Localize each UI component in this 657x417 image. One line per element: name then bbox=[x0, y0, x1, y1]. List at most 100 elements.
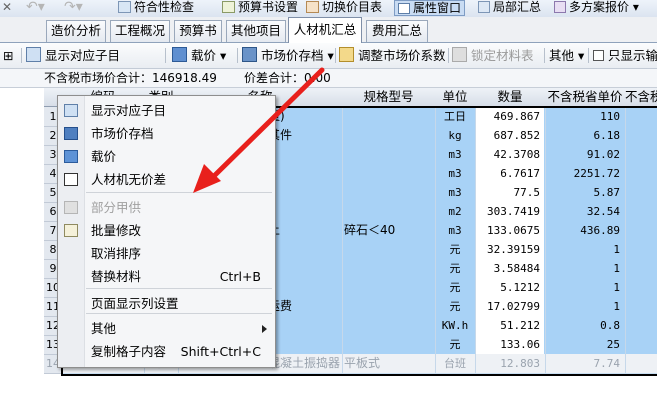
menu-item-3[interactable]: 人材机无价差 bbox=[58, 169, 275, 191]
cell-spec[interactable]: 碎石＜40 bbox=[344, 221, 434, 240]
tab-project-overview[interactable]: 工程概况 bbox=[110, 20, 170, 42]
cell-spec[interactable] bbox=[344, 297, 434, 316]
cell-price[interactable]: 32.54 bbox=[546, 202, 620, 221]
cell-name[interactable] bbox=[268, 259, 344, 278]
cell-price[interactable]: 1 bbox=[546, 278, 620, 297]
cell-unit[interactable]: 工日 bbox=[436, 107, 474, 126]
cell-unit[interactable]: 元 bbox=[436, 297, 474, 316]
menu-item-5[interactable]: 批量修改 bbox=[58, 220, 275, 242]
show-sub-items-button[interactable]: 显示对应子目 bbox=[26, 47, 120, 64]
cell-spec[interactable] bbox=[344, 335, 434, 354]
menu-item-4[interactable]: 部分甲供 bbox=[58, 197, 275, 219]
properties-window-button[interactable]: 属性窗口 bbox=[394, 0, 466, 16]
cell-unit[interactable]: 元 bbox=[436, 278, 474, 297]
show-only-checkbox[interactable]: 只显示输 bbox=[593, 47, 657, 64]
cell-spec[interactable] bbox=[344, 278, 434, 297]
market-price-archive-button[interactable]: 市场价存档 ▾ bbox=[242, 47, 334, 64]
cell-qty[interactable]: 3.58484 bbox=[476, 259, 540, 278]
cell-unit[interactable]: m3 bbox=[436, 221, 474, 240]
tab-budget-book[interactable]: 预算书 bbox=[174, 20, 222, 42]
cell-spec[interactable] bbox=[344, 259, 434, 278]
cell-name[interactable]: 运费 bbox=[268, 297, 344, 316]
cell-name[interactable] bbox=[268, 145, 344, 164]
cell-qty[interactable]: 51.212 bbox=[476, 316, 540, 335]
cell-qty[interactable]: 133.06 bbox=[476, 335, 540, 354]
cell-qty[interactable]: 5.1212 bbox=[476, 278, 540, 297]
cell-spec[interactable] bbox=[344, 126, 434, 145]
cell-name[interactable] bbox=[268, 316, 344, 335]
cell-unit[interactable]: 元 bbox=[436, 335, 474, 354]
cell-price[interactable]: 2251.72 bbox=[546, 164, 620, 183]
menu-item-7[interactable]: 替换材料 Ctrl+B bbox=[58, 266, 275, 288]
cell-name[interactable]: 土 bbox=[268, 221, 344, 240]
cell-qty[interactable]: 17.02799 bbox=[476, 297, 540, 316]
cell-unit[interactable]: m2 bbox=[436, 202, 474, 221]
budget-settings-button[interactable]: 预算书设置 bbox=[222, 0, 298, 16]
cell-price[interactable]: 5.87 bbox=[546, 183, 621, 202]
cell-spec[interactable] bbox=[344, 145, 434, 164]
menu-item-10[interactable]: 复制格子内容 Shift+Ctrl+C bbox=[58, 341, 275, 363]
cell-price[interactable]: 1 bbox=[546, 259, 620, 278]
cell-price[interactable]: 91.02 bbox=[546, 145, 620, 164]
cell-unit[interactable]: KW.h bbox=[436, 316, 474, 335]
other-dropdown-button[interactable]: 其他 ▾ bbox=[549, 47, 584, 64]
menu-item-8[interactable]: 页面显示列设置 bbox=[58, 293, 275, 315]
cell-price[interactable]: 6.18 bbox=[546, 126, 621, 145]
tab-cost-analysis[interactable]: 造价分析 bbox=[46, 20, 106, 42]
cell-price[interactable]: 25 bbox=[546, 335, 620, 354]
menu-item-6[interactable]: 取消排序 bbox=[58, 243, 275, 265]
cell-unit[interactable]: 元 bbox=[436, 259, 474, 278]
cell-name[interactable]: 混凝土振捣器 bbox=[268, 354, 344, 373]
header-quantity[interactable]: 数量 bbox=[475, 88, 546, 107]
redo-icon[interactable]: ↷▾ bbox=[64, 0, 83, 16]
cell-spec[interactable] bbox=[344, 240, 434, 259]
cell-name[interactable] bbox=[268, 164, 344, 183]
cell-spec[interactable] bbox=[344, 183, 434, 202]
cell-qty[interactable]: 6.7617 bbox=[476, 164, 540, 183]
cell-spec[interactable] bbox=[344, 316, 434, 335]
cell-name[interactable]: 其件 bbox=[268, 126, 344, 145]
header-spec[interactable]: 规格型号 bbox=[342, 88, 436, 107]
switch-pricelist-button[interactable]: 切换价目表 bbox=[306, 0, 382, 16]
cell-name[interactable] bbox=[268, 335, 344, 354]
cell-name[interactable] bbox=[268, 240, 344, 259]
cell-unit[interactable]: kg bbox=[436, 126, 474, 145]
cell-qty[interactable]: 687.852 bbox=[476, 126, 540, 145]
cell-price[interactable]: 0.8 bbox=[546, 316, 620, 335]
cell-name[interactable] bbox=[268, 202, 344, 221]
cell-unit[interactable]: m3 bbox=[436, 164, 474, 183]
close-x-icon[interactable]: ✕ bbox=[2, 0, 12, 16]
local-summary-button[interactable]: 局部汇总 bbox=[478, 0, 541, 16]
load-price-button[interactable]: 载价 ▾ bbox=[172, 47, 226, 64]
cell-qty[interactable]: 469.867 bbox=[476, 107, 540, 126]
cell-price[interactable]: 1 bbox=[546, 297, 620, 316]
tab-other-items[interactable]: 其他项目 bbox=[226, 20, 286, 42]
menu-item-2[interactable]: 载价 bbox=[58, 146, 275, 168]
cell-name[interactable] bbox=[268, 183, 344, 202]
cell-price[interactable]: 1 bbox=[546, 240, 620, 259]
cell-unit[interactable]: 元 bbox=[436, 240, 474, 259]
header-province-price[interactable]: 不含税省单价 bbox=[545, 88, 626, 107]
cell-qty[interactable]: 12.803 bbox=[476, 354, 540, 373]
tab-labor-material-machine-summary[interactable]: 人材机汇总 bbox=[288, 17, 362, 43]
cell-spec[interactable] bbox=[344, 202, 434, 221]
cell-spec[interactable] bbox=[344, 164, 434, 183]
header-market-price[interactable]: 不含税 bbox=[625, 88, 657, 107]
menu-item-0[interactable]: 显示对应子目 bbox=[58, 100, 275, 122]
cell-price[interactable]: 110 bbox=[546, 107, 620, 126]
cell-qty[interactable]: 133.0675 bbox=[476, 221, 540, 240]
undo-icon[interactable]: ↶▾ bbox=[26, 0, 45, 16]
cell-price[interactable]: 7.74 bbox=[546, 354, 621, 373]
cell-unit[interactable]: 台班 bbox=[436, 354, 474, 373]
cell-qty[interactable]: 32.39159 bbox=[476, 240, 540, 259]
menu-item-1[interactable]: 市场价存档 bbox=[58, 123, 275, 145]
menu-item-9[interactable]: 其他 bbox=[58, 318, 275, 340]
cell-spec[interactable]: 平板式 bbox=[344, 354, 434, 373]
cell-qty[interactable]: 77.5 bbox=[476, 183, 541, 202]
lock-material-table-button[interactable]: 锁定材料表 bbox=[452, 47, 534, 64]
cell-qty[interactable]: 303.7419 bbox=[476, 202, 540, 221]
adjust-market-coef-button[interactable]: 调整市场价系数 bbox=[339, 47, 446, 64]
grid-toggle-icon[interactable]: ⊞ bbox=[3, 47, 13, 64]
cell-qty[interactable]: 42.3708 bbox=[476, 145, 540, 164]
cell-price[interactable]: 436.89 bbox=[546, 221, 620, 240]
